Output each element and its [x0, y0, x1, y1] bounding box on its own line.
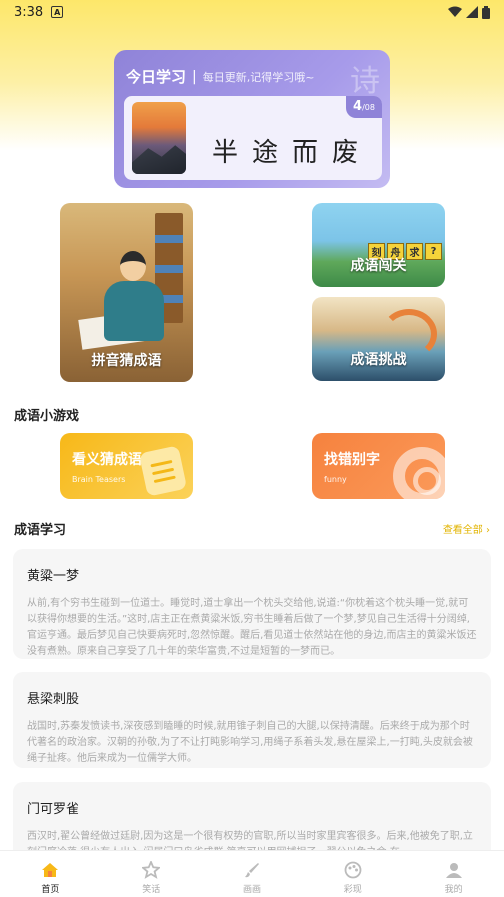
find-typo-game-card[interactable]: 找错别字 funny: [312, 433, 445, 499]
daily-progress-current: 4: [353, 99, 363, 114]
study-section-title: 成语学习: [14, 523, 67, 538]
study-list-item[interactable]: 悬梁刺股 战国时,苏秦发愤读书,深夜感到瞌睡的时候,就用锥子刺自己的大腿,以保持…: [13, 672, 491, 768]
daily-subtitle: 每日更新,记得学习哦~: [202, 70, 315, 84]
battery-icon: [482, 5, 490, 19]
palette-icon: [344, 861, 362, 879]
scholar-head-illustration: [120, 251, 146, 281]
tab-label: 首页: [41, 885, 60, 895]
daily-study-card[interactable]: 今日学习 | 每日更新,记得学习哦~ 诗 4/08 半途而废: [114, 50, 390, 188]
daily-header: 今日学习 | 每日更新,记得学习哦~: [126, 66, 314, 87]
daily-idiom-panel[interactable]: 4/08 半途而废: [124, 96, 382, 180]
game-subtitle: Brain Teasers: [72, 475, 126, 484]
tab-color[interactable]: 彩现: [302, 851, 403, 897]
bottom-tab-bar: 首页 笑话 画画 彩现 我的: [0, 850, 504, 897]
study-item-title: 门可罗雀: [27, 802, 80, 817]
daily-idiom-text: 半途而废: [212, 138, 373, 168]
idiom-level-card[interactable]: 刻 舟 求 ? 成语闯关: [312, 203, 445, 287]
ring-icon: [393, 447, 445, 499]
status-bar: 3:38 A: [0, 0, 504, 24]
study-item-title: 黄粱一梦: [27, 569, 80, 584]
tab-jokes[interactable]: 笑话: [101, 851, 202, 897]
pinyin-guess-idiom-card[interactable]: 拼音猜成语: [60, 203, 193, 382]
tab-label: 彩现: [343, 885, 362, 895]
tab-draw[interactable]: 画画: [202, 851, 303, 897]
study-list-item[interactable]: 黄粱一梦 从前,有个穷书生碰到一位道士。睡觉时,道士拿出一个枕头交给他,说道:“…: [13, 549, 491, 659]
brush-icon: [244, 863, 259, 878]
daily-idiom-image: [132, 102, 186, 174]
status-indicators: [448, 5, 490, 19]
tab-label: 画画: [242, 885, 261, 895]
user-icon: [445, 863, 462, 878]
tab-label: 笑话: [142, 885, 161, 895]
wifi-icon: [448, 6, 462, 17]
game-title: 找错别字: [324, 452, 380, 468]
game-subtitle: funny: [324, 475, 347, 484]
tab-mine[interactable]: 我的: [403, 851, 504, 897]
mini-games-section-title: 成语小游戏: [14, 409, 80, 424]
calligraphy-decoration: 诗: [350, 64, 380, 99]
game-title: 看义猜成语: [72, 452, 142, 468]
daily-progress-badge: 4/08: [346, 96, 382, 118]
signal-icon: [466, 6, 478, 18]
daily-title: 今日学习: [126, 68, 187, 86]
pinyin-guess-idiom-label: 拼音猜成语: [91, 353, 162, 369]
study-item-text: 从前,有个穷书生碰到一位道士。睡觉时,道士拿出一个枕头交给他,说道:“你枕着这个…: [27, 598, 477, 657]
star-icon: [142, 861, 161, 879]
notepad-icon: [138, 445, 188, 497]
see-all-link[interactable]: 查看全部 ›: [443, 521, 490, 536]
status-time: 3:38: [14, 4, 44, 20]
tab-label: 我的: [444, 885, 463, 895]
idiom-challenge-card[interactable]: 成语挑战: [312, 297, 445, 381]
scholar-body-illustration: [104, 281, 164, 341]
idiom-level-label: 成语闯关: [350, 258, 407, 274]
study-item-text: 战国时,苏秦发愤读书,深夜感到瞌睡的时候,就用锥子刺自己的大腿,以保持清醒。后来…: [27, 721, 473, 764]
daily-progress-total: /08: [362, 103, 375, 112]
study-item-title: 悬梁刺股: [27, 692, 80, 707]
notification-icon: A: [51, 6, 64, 18]
daily-separator: |: [192, 68, 197, 85]
home-icon: [42, 863, 59, 877]
tab-home[interactable]: 首页: [0, 851, 101, 897]
idiom-challenge-label: 成语挑战: [350, 352, 407, 368]
meaning-guess-game-card[interactable]: 看义猜成语 Brain Teasers: [60, 433, 193, 499]
